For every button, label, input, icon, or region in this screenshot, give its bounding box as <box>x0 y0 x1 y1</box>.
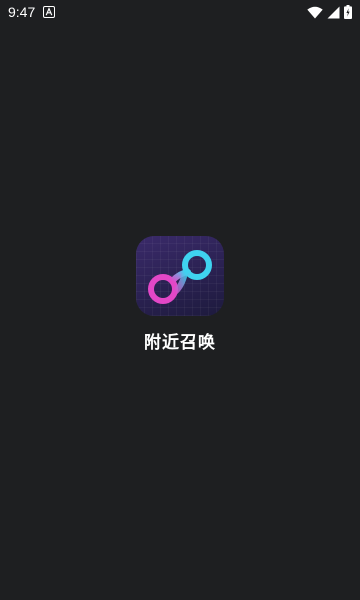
status-time: 9:47 <box>8 4 36 20</box>
cellular-signal-icon <box>327 6 340 19</box>
infinity-logo-icon <box>136 236 224 316</box>
status-left: 9:47 <box>8 4 56 20</box>
notification-a-icon <box>43 6 56 18</box>
status-bar: 9:47 <box>0 0 360 24</box>
app-name: 附近召唤 <box>144 333 216 353</box>
splash-screen: 附近召唤 <box>0 236 360 353</box>
battery-charging-icon <box>344 5 352 19</box>
status-right <box>307 5 352 19</box>
wifi-icon <box>307 6 323 19</box>
